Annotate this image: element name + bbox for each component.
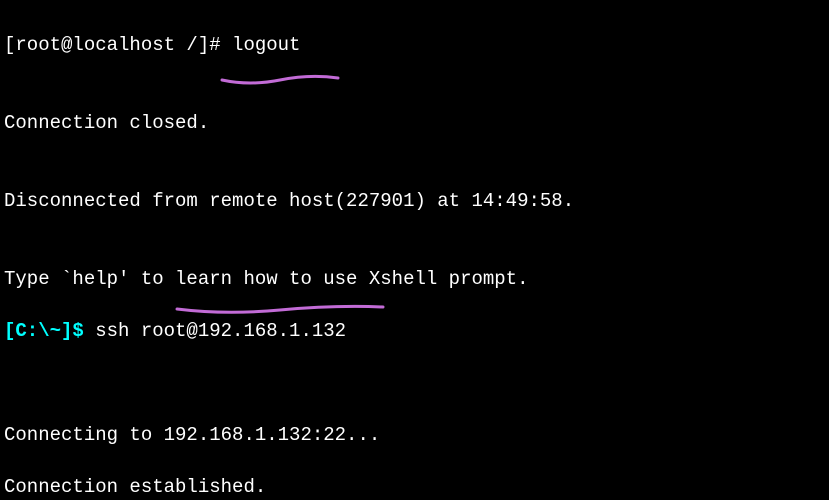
annotation-underline (175, 252, 385, 266)
output-line: Connecting to 192.168.1.132:22... (4, 422, 825, 448)
output-line: Disconnected from remote host(227901) at… (4, 188, 825, 214)
prompt-line: [C:\~]$ ssh root@192.168.1.132 (4, 318, 825, 344)
output-line: Connection established. (4, 474, 825, 500)
shell-prompt: [root@localhost /]# (4, 34, 232, 56)
prompt-line: [root@localhost /]# logout (4, 32, 825, 58)
terminal-output[interactable]: [root@localhost /]# logout Connection cl… (0, 0, 829, 500)
xshell-prompt: [C:\~]$ (4, 320, 95, 342)
command-text: ssh root@192.168.1.132 (95, 320, 346, 342)
command-text: logout (232, 34, 300, 56)
output-line: Type `help' to learn how to use Xshell p… (4, 266, 825, 292)
output-line: Connection closed. (4, 110, 825, 136)
